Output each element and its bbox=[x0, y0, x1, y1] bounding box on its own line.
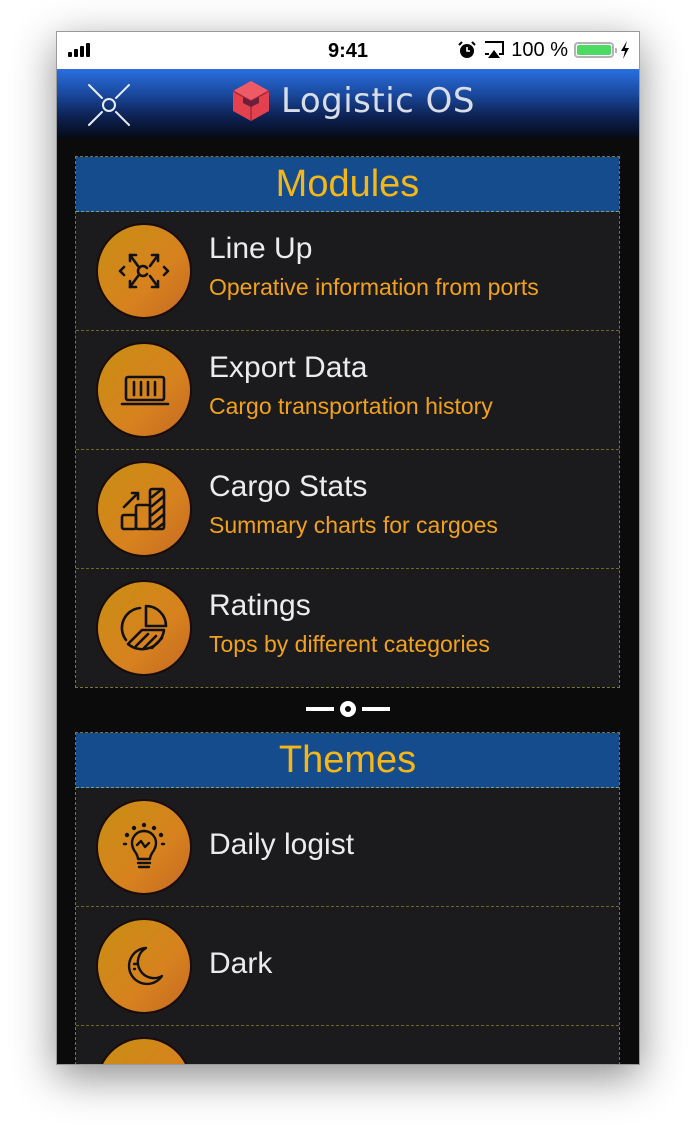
module-item-line-up[interactable]: Line Up Operative information from ports bbox=[76, 212, 619, 331]
app-logo: Logistic OS bbox=[231, 79, 475, 123]
airplay-icon bbox=[485, 41, 505, 58]
module-item-ratings[interactable]: Ratings Tops by different categories bbox=[76, 569, 619, 687]
charging-bolt-icon bbox=[621, 41, 629, 59]
bar-chart-icon bbox=[96, 461, 192, 557]
container-icon bbox=[96, 342, 192, 438]
themes-section: Themes Daily logist Dark bbox=[75, 732, 620, 1064]
module-item-export-data[interactable]: Export Data Cargo transportation history bbox=[76, 331, 619, 450]
section-title: Themes bbox=[278, 738, 417, 781]
section-header: Modules bbox=[76, 157, 619, 212]
app-title: Logistic OS bbox=[281, 81, 476, 121]
module-title: Ratings bbox=[209, 589, 311, 622]
navigation-bar: Logistic OS bbox=[57, 69, 639, 138]
theme-item-daily-logist[interactable]: Daily logist bbox=[76, 788, 619, 907]
battery-percent: 100 % bbox=[511, 38, 568, 61]
theme-icon bbox=[96, 1037, 192, 1064]
module-subtitle: Summary charts for cargoes bbox=[209, 512, 498, 538]
phone-screen: 9:41 100 % Logistic OS Modules Line Up O… bbox=[56, 31, 640, 1065]
theme-title: Dark bbox=[209, 947, 273, 980]
section-title: Modules bbox=[275, 162, 420, 205]
network-arrows-icon bbox=[96, 223, 192, 319]
module-title: Cargo Stats bbox=[209, 470, 368, 503]
menu-button[interactable] bbox=[85, 81, 133, 129]
module-subtitle: Operative information from ports bbox=[209, 274, 539, 300]
module-item-cargo-stats[interactable]: Cargo Stats Summary charts for cargoes bbox=[76, 450, 619, 569]
status-bar: 9:41 100 % bbox=[57, 32, 639, 69]
menu-x-icon bbox=[88, 84, 130, 126]
battery-icon bbox=[574, 42, 617, 58]
theme-item-dark[interactable]: Dark bbox=[76, 907, 619, 1026]
module-subtitle: Cargo transportation history bbox=[209, 393, 493, 419]
theme-item-partial[interactable] bbox=[76, 1026, 619, 1064]
module-title: Line Up bbox=[209, 232, 313, 265]
module-title: Export Data bbox=[209, 351, 368, 384]
theme-title: Daily logist bbox=[209, 828, 355, 861]
moon-icon bbox=[96, 918, 192, 1014]
cube-logo-icon bbox=[232, 81, 270, 121]
pie-chart-icon bbox=[96, 580, 192, 676]
divider-dot-icon bbox=[57, 697, 639, 721]
module-subtitle: Tops by different categories bbox=[209, 631, 490, 657]
alarm-icon bbox=[458, 41, 476, 58]
modules-section: Modules Line Up Operative information fr… bbox=[75, 156, 620, 688]
lightbulb-icon bbox=[96, 799, 192, 895]
section-header: Themes bbox=[76, 733, 619, 788]
